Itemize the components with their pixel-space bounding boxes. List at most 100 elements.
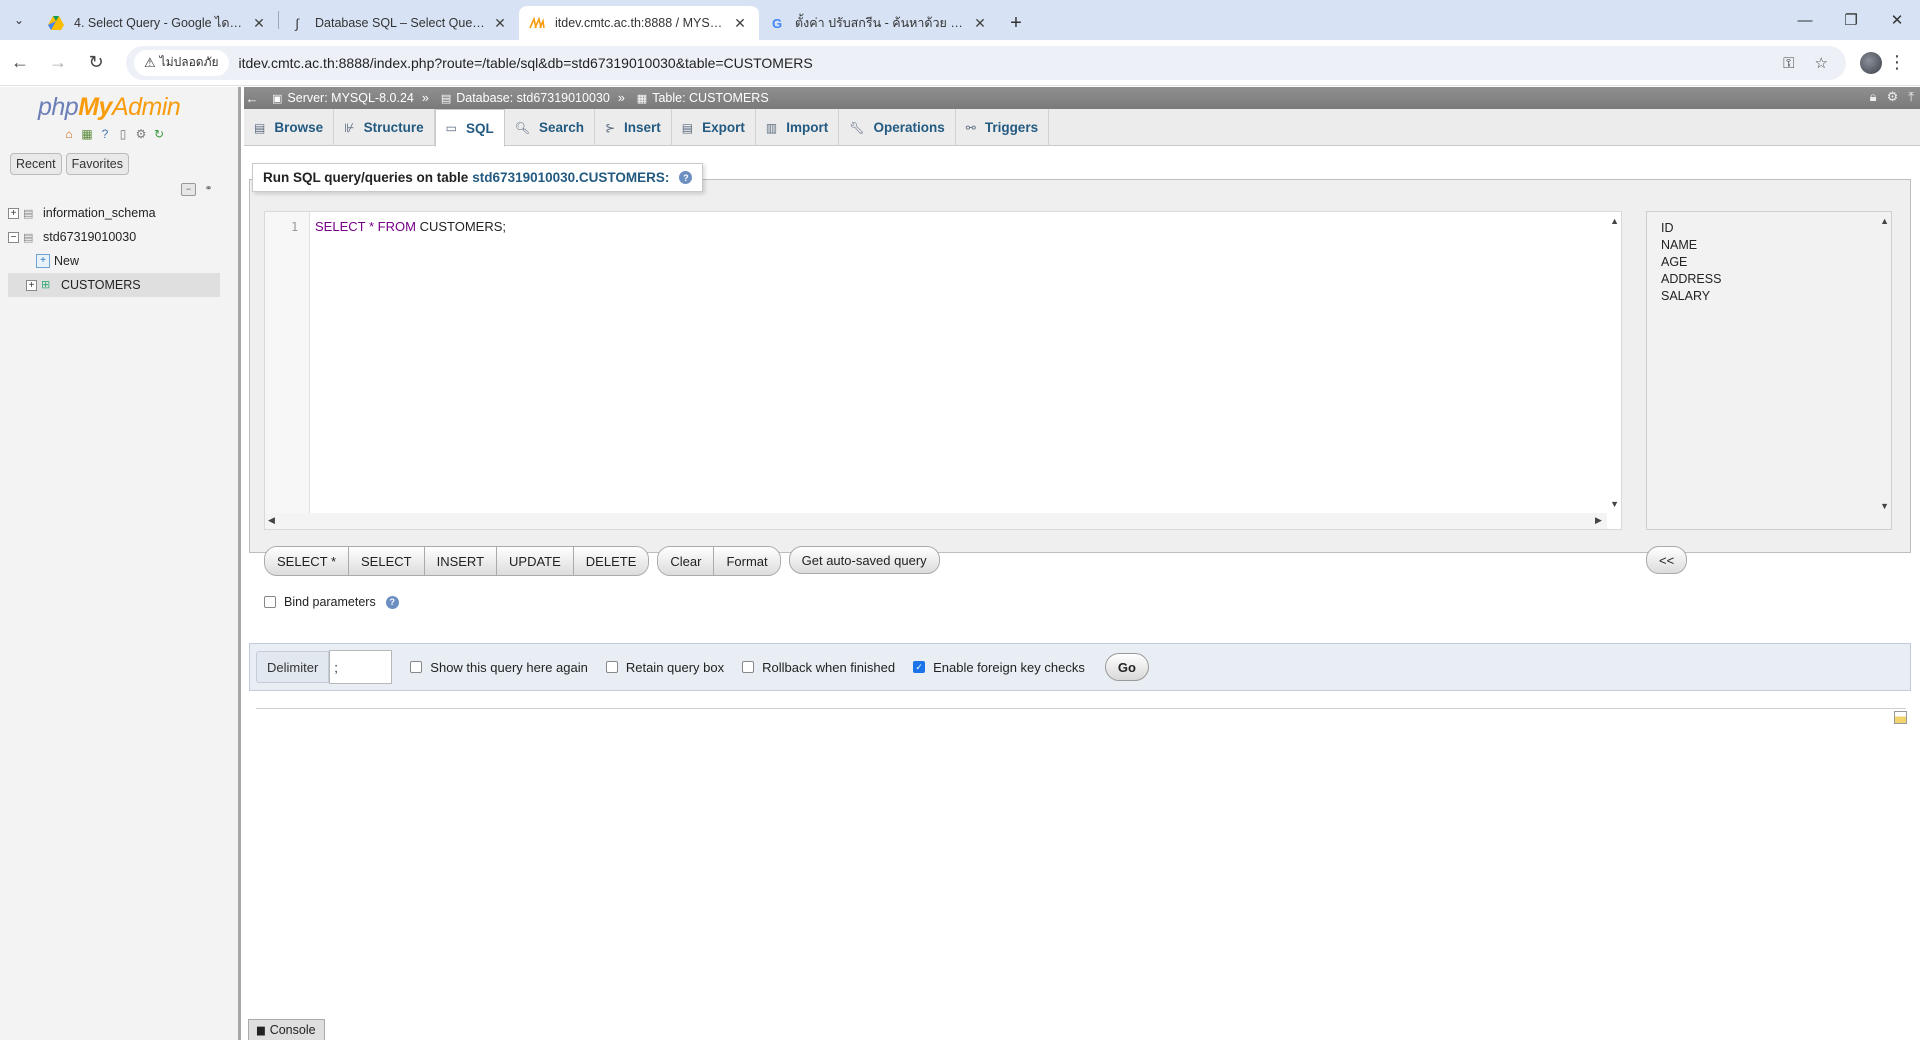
browser-menu-icon[interactable]: ⋮ <box>1882 52 1912 73</box>
update-button[interactable]: UPDATE <box>497 547 574 575</box>
clear-button[interactable]: Clear <box>658 547 715 575</box>
bind-parameters-row: Bind parameters ? <box>264 595 399 609</box>
column-list[interactable]: ID NAME AGE ADDRESS SALARY ▲ ▼ <box>1646 211 1892 530</box>
minimize-icon[interactable]: — <box>1782 0 1828 40</box>
link-with-main-icon[interactable]: ⚭ <box>201 183 216 196</box>
collapse-icon[interactable]: − <box>8 231 19 243</box>
tab-export[interactable]: ▤ Export <box>672 109 756 146</box>
select-button[interactable]: SELECT <box>349 547 425 575</box>
scroll-down-icon[interactable]: ▼ <box>1610 499 1619 509</box>
star-icon[interactable]: ☆ <box>1815 55 1828 72</box>
format-button[interactable]: Format <box>714 547 780 575</box>
tree-item-new[interactable]: + New <box>8 249 238 273</box>
scroll-left-icon[interactable]: ◀ <box>268 515 275 526</box>
expand-icon[interactable]: + <box>8 207 19 219</box>
url-text[interactable]: itdev.cmtc.ac.th:8888/index.php?route=/t… <box>239 55 1774 71</box>
close-icon[interactable]: ✕ <box>250 15 268 32</box>
breadcrumb-server[interactable]: ▣ Server: MYSQL-8.0.24 <box>272 91 414 105</box>
rollback-checkbox[interactable] <box>742 661 755 673</box>
tree-item-std67319010030[interactable]: − ▤ std67319010030 <box>8 225 238 249</box>
sql-keyword: FROM <box>377 219 416 234</box>
reload-button[interactable]: ↻ <box>78 45 114 81</box>
security-chip[interactable]: ⚠ ไม่ปลอดภัย <box>134 49 229 76</box>
horizontal-scrollbar[interactable] <box>265 513 1607 529</box>
address-bar[interactable]: ⚠ ไม่ปลอดภัย itdev.cmtc.ac.th:8888/index… <box>126 45 1846 80</box>
query-template-buttons: SELECT * SELECT INSERT UPDATE DELETE <box>264 546 650 576</box>
go-button[interactable]: Go <box>1104 653 1149 681</box>
settings-icon[interactable]: ⚙ <box>134 127 148 141</box>
scroll-right-icon[interactable]: ▶ <box>1595 515 1602 526</box>
close-window-icon[interactable]: ✕ <box>1874 0 1920 40</box>
show-query-option[interactable]: Show this query here again <box>410 660 588 675</box>
autosaved-query-button[interactable]: Get auto-saved query <box>788 546 940 574</box>
scroll-down-icon[interactable]: ▼ <box>1880 501 1889 511</box>
console-toggle[interactable]: ▆ Console <box>248 1019 325 1040</box>
close-icon[interactable]: ✕ <box>491 15 509 32</box>
help-icon[interactable]: ? <box>98 127 112 141</box>
breadcrumb-table[interactable]: ▦ Table: CUSTOMERS <box>637 91 769 105</box>
new-tab-button[interactable]: + <box>999 6 1033 40</box>
show-query-checkbox[interactable] <box>410 661 423 673</box>
favorites-button[interactable]: Favorites <box>65 153 130 175</box>
browser-tab-2[interactable]: ∫ Database SQL – Select Query & ✕ <box>279 6 519 40</box>
rollback-option[interactable]: Rollback when finished <box>742 660 895 675</box>
breadcrumb-database[interactable]: ▤ Database: std67319010030 <box>441 91 610 105</box>
collapse-nav-icon[interactable]: ← <box>244 91 260 106</box>
lock-icon[interactable]: 🔒︎ <box>1870 89 1877 105</box>
tab-browse[interactable]: ▤ Browse <box>244 109 335 146</box>
scroll-up-icon[interactable]: ▲ <box>1880 216 1889 226</box>
tab-sql[interactable]: ▭ SQL <box>434 109 505 147</box>
tab-import[interactable]: ▥ Import <box>756 109 840 146</box>
select-star-button[interactable]: SELECT * <box>265 547 350 575</box>
retain-box-option[interactable]: Retain query box <box>605 660 724 675</box>
scroll-up-icon[interactable]: ▲ <box>1610 216 1619 226</box>
maximize-icon[interactable]: ⤒ <box>1908 89 1914 105</box>
sql-query-text[interactable]: SELECT * FROM CUSTOMERS; <box>315 219 506 234</box>
column-item[interactable]: NAME <box>1661 237 1891 254</box>
tab-triggers[interactable]: ⚯ Triggers <box>956 109 1050 146</box>
help-icon[interactable]: ? <box>679 171 693 184</box>
profile-avatar[interactable] <box>1860 51 1882 74</box>
insert-button[interactable]: INSERT <box>424 547 498 575</box>
browser-tab-3[interactable]: itdev.cmtc.ac.th:8888 / MYSQL- ✕ <box>519 6 759 40</box>
tab-search-dropdown[interactable]: ⌄ <box>0 0 38 40</box>
delimiter-input[interactable]: ; <box>329 650 393 684</box>
browser-tab-4[interactable]: G ตั้งค่า ปรับสกรีน - ค้นหาด้วย Googl ✕ <box>759 6 999 40</box>
key-icon[interactable]: ⚿ <box>1783 55 1794 72</box>
collapse-all-icon[interactable]: − <box>181 183 196 196</box>
help-icon[interactable]: ? <box>385 595 399 609</box>
fk-checks-option[interactable]: ✓ Enable foreign key checks <box>913 660 1085 675</box>
reload-nav-icon[interactable]: ↻ <box>152 127 166 141</box>
column-item[interactable]: ID <box>1661 220 1891 237</box>
tab-insert[interactable]: ⊱ Insert <box>595 109 672 146</box>
forward-button[interactable]: → <box>40 45 76 81</box>
fk-checks-checkbox[interactable]: ✓ <box>913 661 926 673</box>
retain-box-checkbox[interactable] <box>605 661 618 673</box>
logout-icon[interactable]: ▦ <box>80 127 94 141</box>
page-settings-icon[interactable] <box>1894 711 1907 724</box>
tree-item-information-schema[interactable]: + ▤ information_schema <box>8 201 238 225</box>
delete-button[interactable]: DELETE <box>573 547 649 575</box>
home-icon[interactable]: ⌂ <box>62 127 76 141</box>
expand-icon[interactable]: + <box>26 279 37 291</box>
collapse-columns-button[interactable]: << <box>1646 546 1688 574</box>
gear-icon[interactable]: ⚙ <box>1887 89 1899 105</box>
tab-search[interactable]: 🔍︎ Search <box>505 109 595 146</box>
sql-editor[interactable]: 1 SELECT * FROM CUSTOMERS; ◀ ▶ ▲ ▼ <box>264 211 1622 530</box>
recent-button[interactable]: Recent <box>10 153 62 175</box>
restore-icon[interactable]: ❐ <box>1828 0 1874 40</box>
close-icon[interactable]: ✕ <box>971 15 989 32</box>
tree-item-customers[interactable]: + ⊞ CUSTOMERS <box>8 273 220 297</box>
tab-operations[interactable]: 🔧︎ Operations <box>839 109 956 146</box>
bind-parameters-checkbox[interactable] <box>264 596 276 608</box>
column-item[interactable]: AGE <box>1661 254 1891 271</box>
close-icon[interactable]: ✕ <box>731 15 749 32</box>
legend-table-link[interactable]: std67319010030.CUSTOMERS: <box>472 170 669 185</box>
back-button[interactable]: ← <box>2 45 38 81</box>
column-item[interactable]: ADDRESS <box>1661 271 1891 288</box>
phpmyadmin-logo[interactable]: phpMyAdmin <box>38 93 181 122</box>
tab-structure[interactable]: ⊮ Structure <box>334 109 435 146</box>
browser-tab-1[interactable]: 4. Select Query - Google ไดรฟ์ ✕ <box>38 6 278 40</box>
docs-icon[interactable]: ▯ <box>116 127 130 141</box>
column-item[interactable]: SALARY <box>1661 288 1891 305</box>
